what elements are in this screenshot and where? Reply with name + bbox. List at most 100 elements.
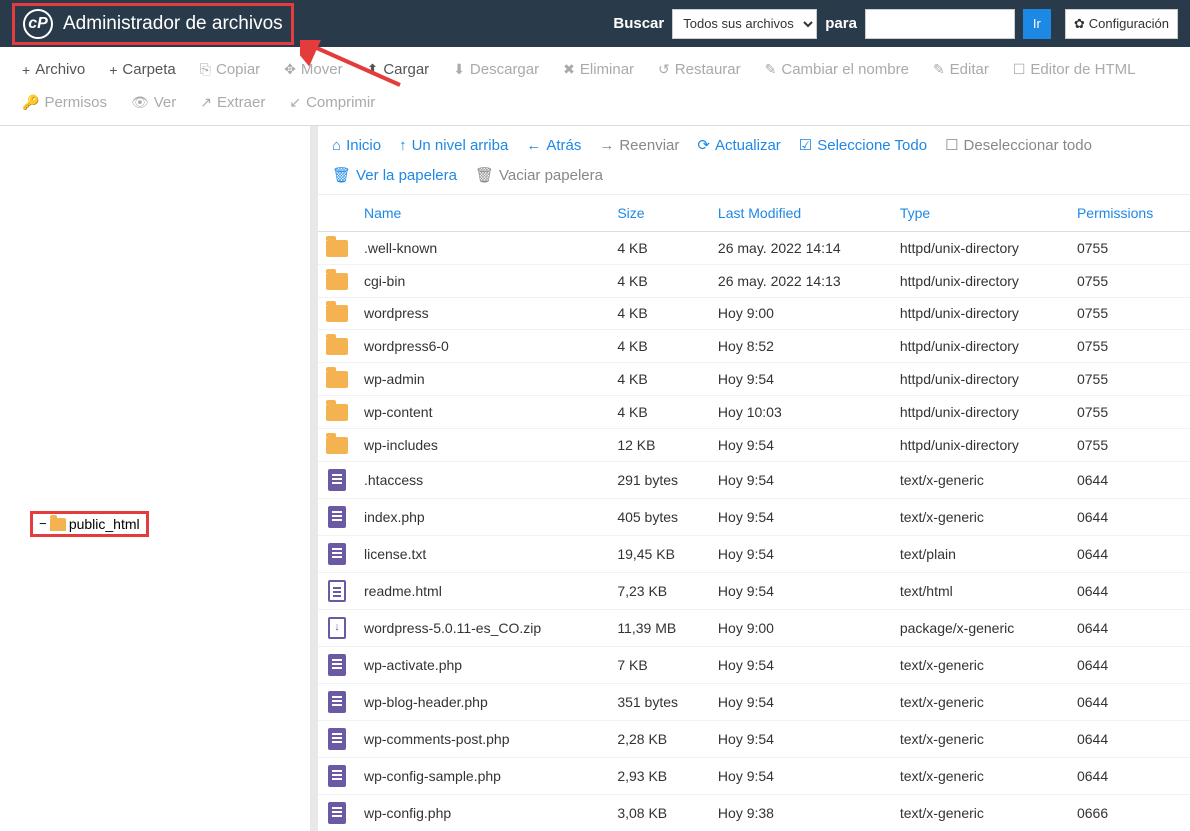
table-row[interactable]: .htaccess291 bytesHoy 9:54text/x-generic… [318, 461, 1190, 498]
zip-file-icon [328, 617, 346, 639]
table-row[interactable]: cgi-bin4 KB26 may. 2022 14:13httpd/unix-… [318, 264, 1190, 297]
tool-icon: ✖ [563, 61, 575, 78]
tool-extraer: ↗Extraer [190, 88, 275, 117]
tool-archivo[interactable]: +Archivo [12, 55, 95, 84]
cell-perms: 0755 [1069, 264, 1190, 297]
action-vaciar-papelera[interactable]: 🗑Vaciar papelera [475, 166, 603, 184]
cell-name: wp-admin [356, 363, 609, 396]
action-icon: ⌂ [332, 137, 341, 154]
sidebar: − public_html [0, 126, 318, 831]
cell-size: 351 bytes [609, 683, 710, 720]
table-row[interactable]: wordpress4 KBHoy 9:00httpd/unix-director… [318, 297, 1190, 330]
cell-name: wp-includes [356, 428, 609, 461]
table-row[interactable]: wp-admin4 KBHoy 9:54httpd/unix-directory… [318, 363, 1190, 396]
table-row[interactable]: wp-blog-header.php351 bytesHoy 9:54text/… [318, 683, 1190, 720]
action-seleccione-todo[interactable]: ☑Seleccione Todo [799, 136, 927, 154]
table-row[interactable]: .well-known4 KB26 may. 2022 14:14httpd/u… [318, 232, 1190, 265]
search-input[interactable] [865, 9, 1015, 39]
action-icon: 🗑 [332, 166, 351, 184]
para-label: para [825, 15, 857, 32]
tool-editar: ✎Editar [923, 55, 999, 84]
col-perms[interactable]: Permissions [1069, 195, 1190, 232]
file-icon [328, 765, 346, 787]
col-size[interactable]: Size [609, 195, 710, 232]
cell-perms: 0755 [1069, 330, 1190, 363]
gear-icon: ✿ [1074, 16, 1085, 32]
tool-icon: 👁 [131, 94, 149, 111]
table-row[interactable]: wp-comments-post.php2,28 KBHoy 9:54text/… [318, 720, 1190, 757]
action-inicio[interactable]: ⌂Inicio [332, 136, 381, 154]
file-table-wrap[interactable]: Name Size Last Modified Type Permissions… [318, 195, 1190, 831]
cell-perms: 0644 [1069, 757, 1190, 794]
cell-modified: Hoy 9:00 [710, 609, 892, 646]
tool-icon: ⎘ [200, 61, 211, 78]
cell-name: .well-known [356, 232, 609, 265]
cell-perms: 0644 [1069, 609, 1190, 646]
tree-toggle-icon[interactable]: − [39, 517, 47, 532]
table-row[interactable]: license.txt19,45 KBHoy 9:54text/plain064… [318, 535, 1190, 572]
cell-perms: 0755 [1069, 395, 1190, 428]
tree-node-label: public_html [69, 516, 140, 532]
col-type[interactable]: Type [892, 195, 1069, 232]
cell-size: 12 KB [609, 428, 710, 461]
cpanel-logo-icon: cP [23, 9, 53, 39]
tool-icon: + [109, 62, 117, 78]
table-row[interactable]: wordpress-5.0.11-es_CO.zip11,39 MBHoy 9:… [318, 609, 1190, 646]
table-row[interactable]: wp-activate.php7 KBHoy 9:54text/x-generi… [318, 646, 1190, 683]
tool-icon: ↺ [658, 61, 670, 78]
cell-size: 4 KB [609, 363, 710, 396]
cell-size: 4 KB [609, 264, 710, 297]
tool-mover: ✥Mover [274, 55, 352, 84]
cell-perms: 0644 [1069, 646, 1190, 683]
table-row[interactable]: wp-config.php3,08 KBHoy 9:38text/x-gener… [318, 794, 1190, 831]
folder-icon [50, 518, 66, 531]
tool-icon: ↙ [289, 94, 301, 111]
tool-carpeta[interactable]: +Carpeta [99, 55, 186, 84]
cell-type: httpd/unix-directory [892, 428, 1069, 461]
cell-type: text/x-generic [892, 646, 1069, 683]
cell-size: 4 KB [609, 297, 710, 330]
cell-modified: 26 may. 2022 14:14 [710, 232, 892, 265]
folder-icon [326, 404, 348, 421]
action-ver-la-papelera[interactable]: 🗑Ver la papelera [332, 166, 457, 184]
action-deseleccionar-todo[interactable]: ☐Deseleccionar todo [945, 136, 1092, 154]
col-modified[interactable]: Last Modified [710, 195, 892, 232]
cell-size: 19,45 KB [609, 535, 710, 572]
action-atrás[interactable]: ←Atrás [526, 136, 581, 154]
cell-perms: 0755 [1069, 428, 1190, 461]
tree-node-public-html[interactable]: − public_html [30, 511, 149, 537]
cell-type: text/x-generic [892, 757, 1069, 794]
action-reenviar[interactable]: →Reenviar [599, 136, 679, 154]
action-icon: ⟳ [697, 136, 710, 154]
table-row[interactable]: wordpress6-04 KBHoy 8:52httpd/unix-direc… [318, 330, 1190, 363]
cell-name: wp-activate.php [356, 646, 609, 683]
action-un-nivel-arriba[interactable]: ↑Un nivel arriba [399, 136, 508, 154]
cell-size: 4 KB [609, 232, 710, 265]
table-row[interactable]: wp-content4 KBHoy 10:03httpd/unix-direct… [318, 395, 1190, 428]
action-actualizar[interactable]: ⟳Actualizar [697, 136, 780, 154]
col-name[interactable]: Name [356, 195, 609, 232]
table-row[interactable]: wp-config-sample.php2,93 KBHoy 9:54text/… [318, 757, 1190, 794]
file-icon [328, 691, 346, 713]
search-scope-select[interactable]: Todos sus archivos [672, 9, 817, 39]
table-row[interactable]: index.php405 bytesHoy 9:54text/x-generic… [318, 498, 1190, 535]
tool-cargar[interactable]: ⬆Cargar [357, 55, 440, 84]
search-go-button[interactable]: Ir [1023, 9, 1051, 39]
folder-icon [326, 305, 348, 322]
cell-type: httpd/unix-directory [892, 264, 1069, 297]
cell-perms: 0644 [1069, 720, 1190, 757]
cell-type: text/x-generic [892, 498, 1069, 535]
table-row[interactable]: wp-includes12 KBHoy 9:54httpd/unix-direc… [318, 428, 1190, 461]
tool-editor-de-html: ☐Editor de HTML [1003, 55, 1146, 84]
tool-icon: ✎ [933, 61, 945, 78]
cell-perms: 0644 [1069, 572, 1190, 609]
action-icon: ↑ [399, 137, 407, 154]
cell-type: httpd/unix-directory [892, 232, 1069, 265]
cell-perms: 0644 [1069, 535, 1190, 572]
folder-icon [326, 273, 348, 290]
cell-type: text/x-generic [892, 683, 1069, 720]
table-row[interactable]: readme.html7,23 KBHoy 9:54text/html0644 [318, 572, 1190, 609]
config-button[interactable]: ✿ Configuración [1065, 9, 1178, 39]
cell-type: httpd/unix-directory [892, 363, 1069, 396]
search-label: Buscar [613, 15, 664, 32]
